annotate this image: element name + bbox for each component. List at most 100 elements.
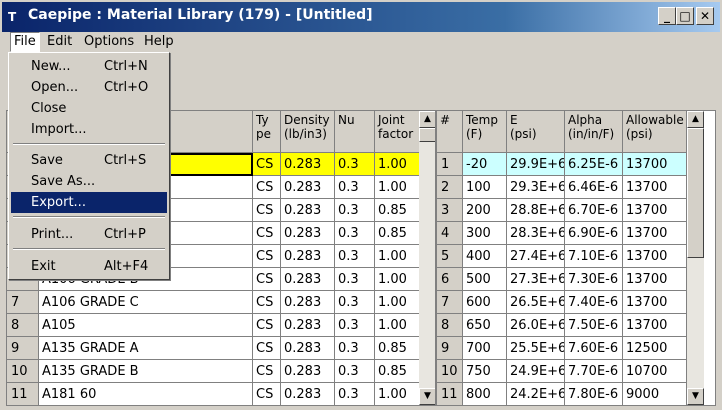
property-temp-cell[interactable]: 800: [463, 383, 507, 405]
header-no[interactable]: #: [437, 111, 463, 153]
row-number[interactable]: 6: [437, 268, 463, 291]
material-joint-cell[interactable]: 1.00: [375, 268, 421, 291]
up-arrow-icon[interactable]: ▲: [419, 111, 435, 128]
row-number[interactable]: 8: [437, 314, 463, 337]
row-number[interactable]: 7: [437, 291, 463, 314]
material-type-cell[interactable]: CS: [253, 337, 281, 360]
header-e[interactable]: E (psi): [507, 111, 565, 153]
property-temp-cell[interactable]: 100: [463, 176, 507, 199]
menu-help[interactable]: Help: [144, 34, 174, 49]
material-joint-cell[interactable]: 0.85: [375, 337, 421, 360]
row-number[interactable]: 5: [437, 245, 463, 268]
material-type-cell[interactable]: CS: [253, 268, 281, 291]
property-e-cell[interactable]: 24.9E+6: [507, 360, 565, 383]
property-alpha-cell[interactable]: 7.30E-6: [565, 268, 623, 291]
material-type-cell[interactable]: CS: [253, 199, 281, 222]
menu-options[interactable]: Options: [84, 34, 134, 49]
property-alpha-cell[interactable]: 6.90E-6: [565, 222, 623, 245]
property-e-cell[interactable]: 26.5E+6: [507, 291, 565, 314]
material-nu-cell[interactable]: 0.3: [335, 222, 375, 245]
material-density-cell[interactable]: 0.283: [281, 245, 335, 268]
material-type-cell[interactable]: CS: [253, 291, 281, 314]
file-menu-item[interactable]: Exit Alt+F4: [11, 256, 167, 277]
scroll-thumb[interactable]: [687, 128, 704, 258]
header-temp[interactable]: Temp (F): [463, 111, 507, 153]
material-scrollbar[interactable]: ▲ ▼: [419, 111, 435, 405]
material-name-cell[interactable]: A105: [39, 314, 253, 337]
property-allowable-cell[interactable]: 10700: [623, 360, 687, 383]
row-number[interactable]: 9: [437, 337, 463, 360]
material-joint-cell[interactable]: 1.00: [375, 153, 421, 176]
material-type-cell[interactable]: CS: [253, 360, 281, 383]
material-nu-cell[interactable]: 0.3: [335, 176, 375, 199]
property-e-cell[interactable]: 28.8E+6: [507, 199, 565, 222]
material-name-cell[interactable]: A181 60: [39, 383, 253, 405]
material-density-cell[interactable]: 0.283: [281, 268, 335, 291]
property-alpha-cell[interactable]: 7.70E-6: [565, 360, 623, 383]
material-type-cell[interactable]: CS: [253, 153, 281, 176]
property-allowable-cell[interactable]: 12500: [623, 337, 687, 360]
property-e-cell[interactable]: 29.9E+6: [507, 153, 565, 176]
header-nu[interactable]: Nu: [335, 111, 375, 153]
material-nu-cell[interactable]: 0.3: [335, 383, 375, 405]
property-allowable-cell[interactable]: 13700: [623, 245, 687, 268]
row-number[interactable]: 11: [437, 383, 463, 405]
material-joint-cell[interactable]: 1.00: [375, 291, 421, 314]
material-joint-cell[interactable]: 1.00: [375, 245, 421, 268]
property-alpha-cell[interactable]: 6.46E-6: [565, 176, 623, 199]
row-number[interactable]: 3: [437, 199, 463, 222]
material-density-cell[interactable]: 0.283: [281, 199, 335, 222]
header-alpha[interactable]: Alpha (in/in/F): [565, 111, 623, 153]
header-allowable[interactable]: Allowable (psi): [623, 111, 687, 153]
property-allowable-cell[interactable]: 13700: [623, 291, 687, 314]
material-joint-cell[interactable]: 1.00: [375, 383, 421, 405]
row-number[interactable]: 9: [7, 337, 39, 360]
property-e-cell[interactable]: 27.3E+6: [507, 268, 565, 291]
property-e-cell[interactable]: 24.2E+6: [507, 383, 565, 405]
header-joint[interactable]: Joint factor: [375, 111, 421, 153]
down-arrow-icon[interactable]: ▼: [687, 388, 704, 405]
property-temp-cell[interactable]: -20: [463, 153, 507, 176]
property-temp-cell[interactable]: 600: [463, 291, 507, 314]
file-menu-item[interactable]: New... Ctrl+N: [11, 56, 167, 77]
material-density-cell[interactable]: 0.283: [281, 360, 335, 383]
property-e-cell[interactable]: 28.3E+6: [507, 222, 565, 245]
material-nu-cell[interactable]: 0.3: [335, 291, 375, 314]
property-e-cell[interactable]: 27.4E+6: [507, 245, 565, 268]
material-type-cell[interactable]: CS: [253, 222, 281, 245]
property-temp-cell[interactable]: 750: [463, 360, 507, 383]
file-menu-item[interactable]: Open... Ctrl+O: [11, 77, 167, 98]
property-temp-cell[interactable]: 500: [463, 268, 507, 291]
file-menu-item[interactable]: Export...: [11, 192, 167, 213]
close-button[interactable]: ✕: [696, 7, 714, 25]
property-temp-cell[interactable]: 200: [463, 199, 507, 222]
material-nu-cell[interactable]: 0.3: [335, 268, 375, 291]
property-temp-cell[interactable]: 650: [463, 314, 507, 337]
title-bar[interactable]: T Caepipe : Material Library (179) - [Un…: [2, 2, 720, 32]
material-density-cell[interactable]: 0.283: [281, 337, 335, 360]
material-type-cell[interactable]: CS: [253, 383, 281, 405]
file-menu-item[interactable]: Save Ctrl+S: [11, 150, 167, 171]
material-nu-cell[interactable]: 0.3: [335, 199, 375, 222]
property-alpha-cell[interactable]: 7.80E-6: [565, 383, 623, 405]
row-number[interactable]: 10: [437, 360, 463, 383]
row-number[interactable]: 8: [7, 314, 39, 337]
material-nu-cell[interactable]: 0.3: [335, 153, 375, 176]
material-density-cell[interactable]: 0.283: [281, 291, 335, 314]
file-menu-item[interactable]: Import...: [11, 119, 167, 140]
header-density[interactable]: Density (lb/in3): [281, 111, 335, 153]
property-allowable-cell[interactable]: 9000: [623, 383, 687, 405]
material-density-cell[interactable]: 0.283: [281, 153, 335, 176]
property-table[interactable]: # Temp (F) E (psi) Alpha (in/in/F) Allowable (ps…: [436, 110, 716, 406]
menu-file[interactable]: File: [10, 32, 40, 52]
minimize-button[interactable]: _: [658, 7, 676, 25]
material-joint-cell[interactable]: 0.85: [375, 222, 421, 245]
header-type[interactable]: Ty pe: [253, 111, 281, 153]
property-alpha-cell[interactable]: 7.10E-6: [565, 245, 623, 268]
material-density-cell[interactable]: 0.283: [281, 222, 335, 245]
row-number[interactable]: 2: [437, 176, 463, 199]
material-density-cell[interactable]: 0.283: [281, 383, 335, 405]
property-alpha-cell[interactable]: 7.60E-6: [565, 337, 623, 360]
property-temp-cell[interactable]: 700: [463, 337, 507, 360]
property-e-cell[interactable]: 25.5E+6: [507, 337, 565, 360]
